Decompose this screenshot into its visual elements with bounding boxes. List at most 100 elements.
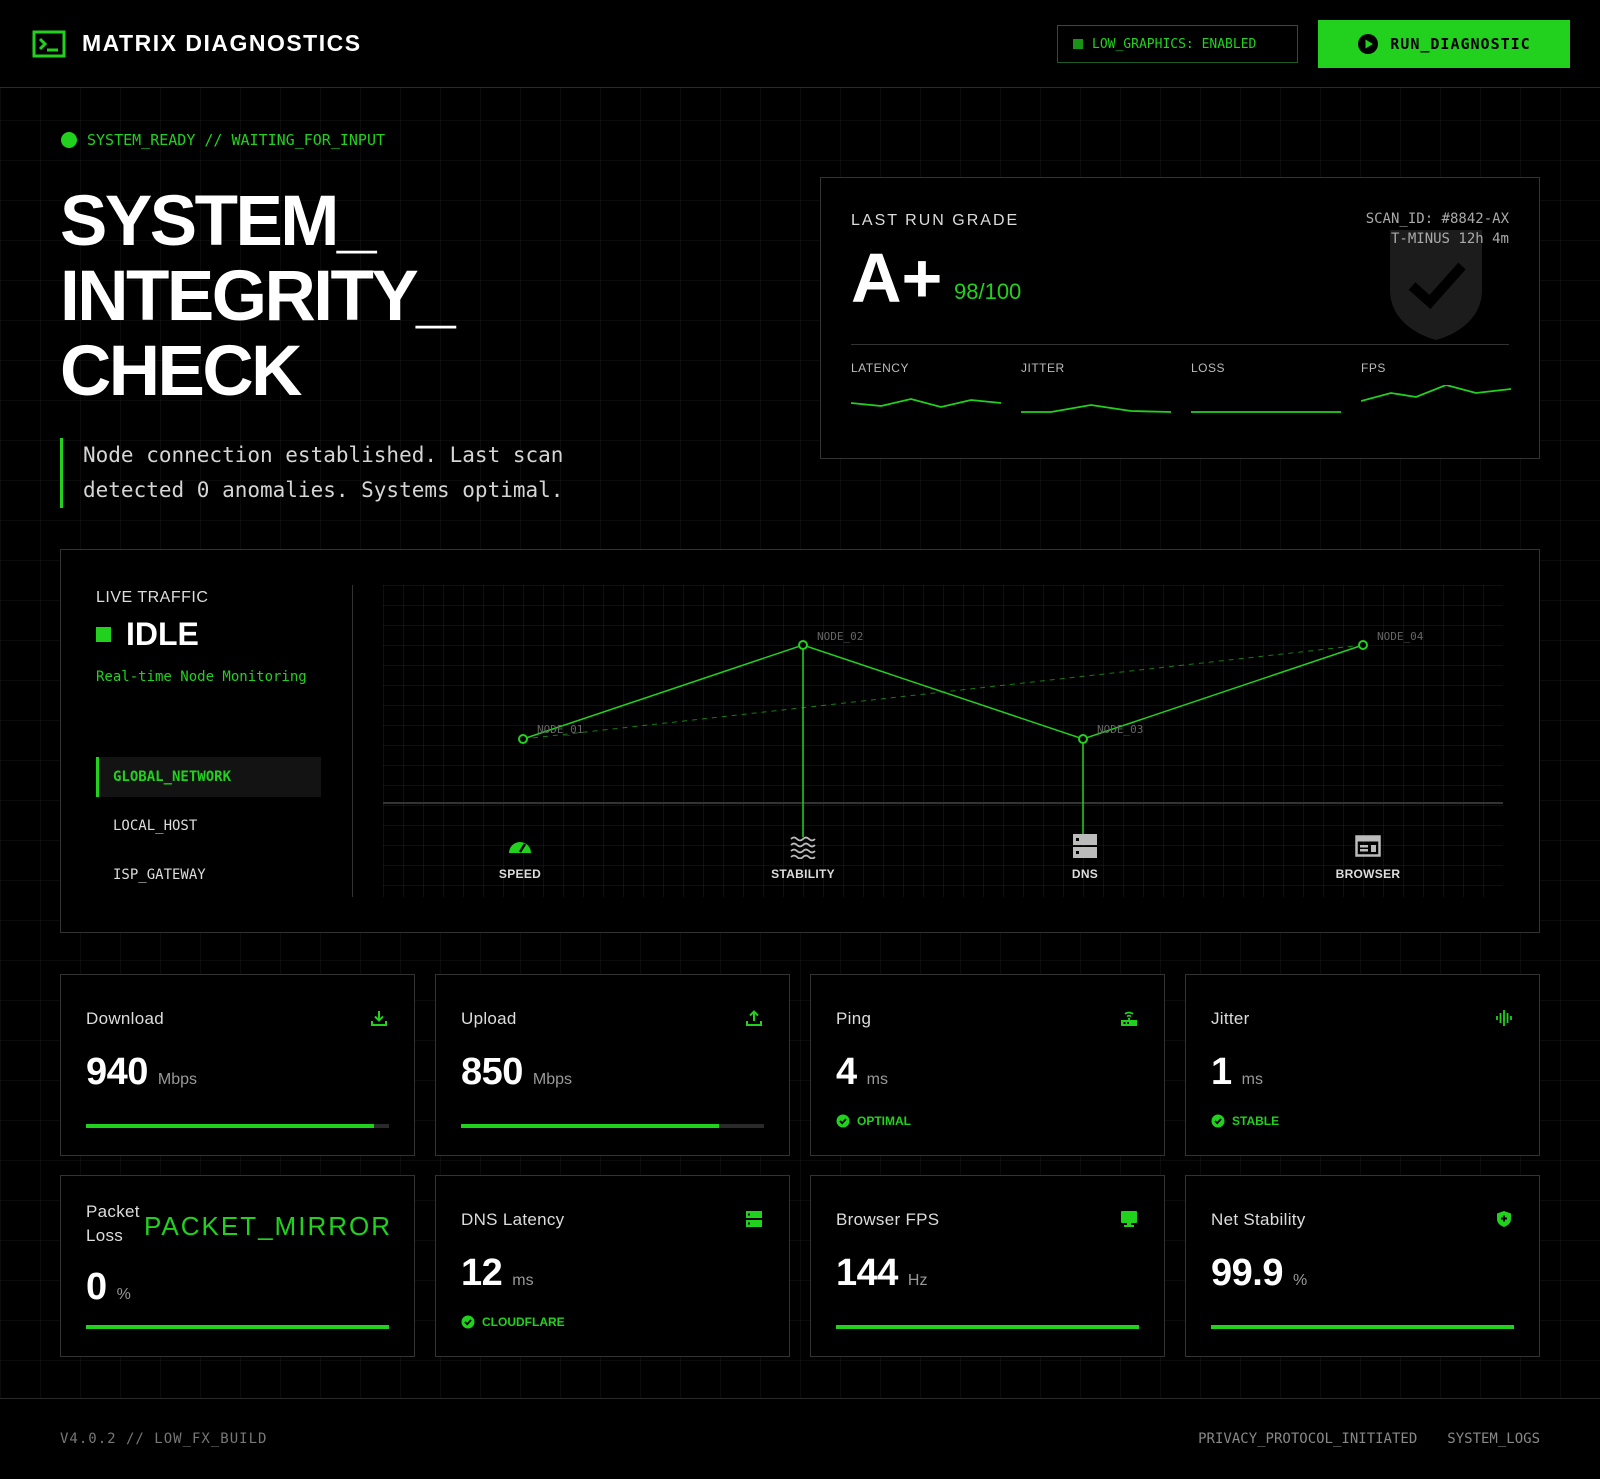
- check-circle-icon: [836, 1114, 850, 1128]
- status-badge: OPTIMAL: [836, 1114, 911, 1128]
- value-number: 144: [836, 1252, 898, 1294]
- grade-value: A+: [851, 239, 943, 317]
- value-unit: ms: [866, 1071, 888, 1088]
- value-unit: ms: [512, 1272, 534, 1289]
- footer-links: PRIVACY_PROTOCOL_INITIATED SYSTEM_LOGS: [1198, 1431, 1540, 1447]
- system-logs-link[interactable]: SYSTEM_LOGS: [1447, 1431, 1540, 1447]
- card-value: 4 ms: [836, 1051, 888, 1094]
- metric-label: FPS: [1361, 361, 1386, 375]
- category-browser[interactable]: BROWSER: [1308, 833, 1428, 881]
- divider: [352, 585, 353, 897]
- metric-latency: LATENCY: [851, 361, 1001, 415]
- value-unit: %: [116, 1286, 131, 1303]
- badge-label: CLOUDFLARE: [482, 1315, 565, 1329]
- progress-fill: [86, 1325, 389, 1329]
- progress-fill: [461, 1124, 719, 1128]
- metric-label: LOSS: [1191, 361, 1226, 375]
- hero-description: Node connection established. Last scan d…: [60, 438, 660, 508]
- card-value: 99.9 %: [1211, 1252, 1307, 1295]
- category-label: DNS: [1071, 867, 1099, 881]
- jitter-card: Jitter 1 ms STABLE: [1185, 974, 1540, 1156]
- scan-info: SCAN_ID: #8842-AX T-MINUS 12h 4m: [1366, 209, 1509, 249]
- progress-bar: [1211, 1325, 1514, 1329]
- node-label: NODE_02: [817, 630, 863, 643]
- badge-label: OPTIMAL: [857, 1114, 911, 1128]
- card-title: Packet Loss: [86, 1202, 140, 1245]
- router-icon: [1121, 1011, 1137, 1026]
- category-label: STABILITY: [771, 867, 835, 881]
- card-value: 1 ms: [1211, 1051, 1263, 1094]
- ping-card: Ping 4 ms OPTIMAL: [810, 974, 1165, 1156]
- loss-sparkline: [1191, 411, 1341, 413]
- progress-fill: [836, 1325, 1139, 1329]
- live-traffic-label: LIVE TRAFFIC: [96, 589, 209, 606]
- waves-icon: [790, 836, 816, 859]
- progress-bar: [461, 1124, 764, 1128]
- net-stability-card: Net Stability 99.9 %: [1185, 1175, 1540, 1357]
- monitor-icon: [1121, 1211, 1137, 1227]
- node-label: NODE_01: [537, 723, 583, 736]
- traffic-state-label: IDLE: [126, 616, 199, 652]
- t-minus: T-MINUS 12h 4m: [1390, 231, 1509, 247]
- value-number: 12: [461, 1252, 503, 1294]
- network-option-global[interactable]: GLOBAL_NETWORK: [96, 757, 321, 797]
- card-title: Download: [86, 1009, 165, 1028]
- progress-bar: [836, 1325, 1139, 1329]
- status-text: SYSTEM_READY // WAITING_FOR_INPUT: [87, 131, 386, 149]
- upload-card: Upload 850 Mbps: [435, 974, 790, 1156]
- build-version: V4.0.2 // LOW_FX_BUILD: [60, 1431, 268, 1447]
- upload-icon: [746, 1010, 762, 1026]
- terminal-icon: [32, 30, 66, 58]
- card-title: Jitter: [1211, 1009, 1250, 1028]
- node-point: [798, 640, 808, 650]
- page-title: SYSTEM_ INTEGRITY_ CHECK: [60, 182, 456, 409]
- last-run-grade-panel: LAST RUN GRADE A+ 98/100 SCAN_ID: #8842-…: [820, 177, 1540, 459]
- category-speed[interactable]: SPEED: [460, 833, 580, 881]
- network-option-local[interactable]: LOCAL_HOST: [96, 806, 321, 846]
- category-stability[interactable]: STABILITY: [743, 833, 863, 881]
- divider: [851, 344, 1509, 345]
- node-point: [518, 734, 528, 744]
- grade-label: LAST RUN GRADE: [851, 212, 1020, 229]
- node-point: [1078, 734, 1088, 744]
- dns-latency-card: DNS Latency 12 ms CLOUDFLARE: [435, 1175, 790, 1357]
- node-label: NODE_04: [1377, 630, 1424, 643]
- metric-fps: FPS: [1361, 361, 1511, 415]
- live-traffic-panel: LIVE TRAFFIC IDLE Real-time Node Monitor…: [60, 549, 1540, 933]
- value-number: 4: [836, 1051, 857, 1093]
- system-status: SYSTEM_READY // WAITING_FOR_INPUT: [61, 131, 385, 149]
- progress-bar: [86, 1124, 389, 1128]
- card-value: 0 %: [86, 1266, 131, 1309]
- category-dns[interactable]: DNS: [1025, 833, 1145, 881]
- low-graphics-toggle[interactable]: LOW_GRAPHICS: ENABLED: [1057, 25, 1298, 63]
- server-icon: [1073, 834, 1097, 858]
- value-unit: Mbps: [532, 1071, 573, 1088]
- node-path: [522, 644, 1364, 740]
- value-number: 0: [86, 1266, 107, 1308]
- progress-bar: [86, 1325, 389, 1329]
- value-number: 940: [86, 1051, 148, 1093]
- run-diagnostic-label: RUN_DIAGNOSTIC: [1390, 35, 1531, 53]
- dns-server-icon: [746, 1211, 762, 1227]
- network-option-isp[interactable]: ISP_GATEWAY: [96, 855, 321, 895]
- traffic-subtitle: Real-time Node Monitoring: [96, 669, 307, 685]
- node-label: NODE_03: [1097, 723, 1143, 736]
- check-circle-icon: [1211, 1114, 1225, 1128]
- metric-label: JITTER: [1021, 361, 1065, 375]
- play-icon: [1358, 34, 1379, 54]
- title-line: INTEGRITY_: [60, 257, 456, 336]
- grade-score: 98/100: [954, 279, 1022, 304]
- card-title: Net Stability: [1211, 1210, 1306, 1229]
- title-line: SYSTEM_: [60, 182, 376, 261]
- browser-window-icon: [1355, 835, 1381, 857]
- run-diagnostic-button[interactable]: RUN_DIAGNOSTIC: [1318, 20, 1570, 68]
- value-number: 850: [461, 1051, 523, 1093]
- privacy-link[interactable]: PRIVACY_PROTOCOL_INITIATED: [1198, 1431, 1417, 1447]
- card-title: Ping: [836, 1009, 872, 1028]
- badge-label: STABLE: [1232, 1114, 1280, 1128]
- card-title: Browser FPS: [836, 1210, 940, 1229]
- card-value: 940 Mbps: [86, 1051, 197, 1094]
- node-topology-chart: NODE_01 NODE_02 NODE_03 NODE_04 SPEED ST…: [383, 585, 1503, 897]
- value-unit: Mbps: [157, 1071, 198, 1088]
- square-indicator-icon: [1073, 39, 1083, 49]
